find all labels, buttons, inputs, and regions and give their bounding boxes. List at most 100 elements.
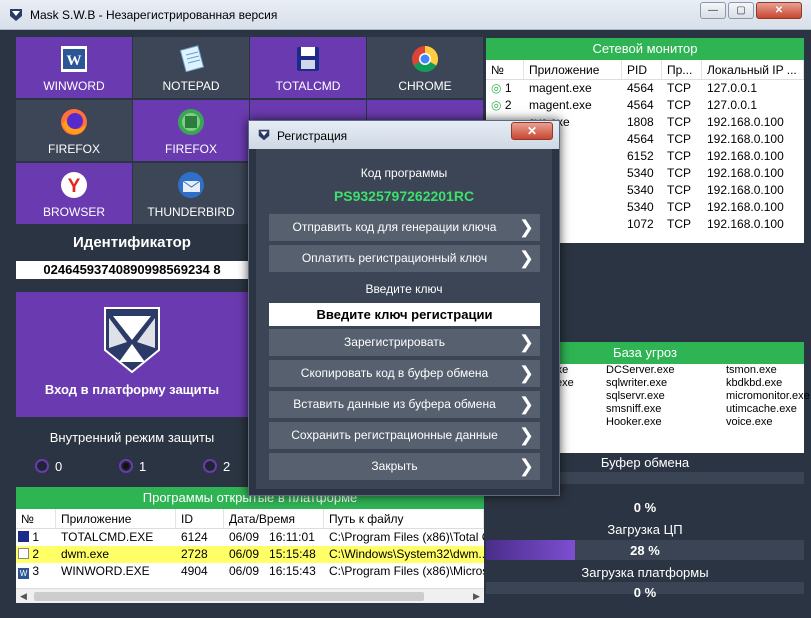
row-num: 2 <box>32 547 40 561</box>
table-row[interactable]: ◎ 1 magent.exe 4564 TCP 127.0.0.1 <box>486 80 804 97</box>
row-proto: TCP <box>667 217 691 231</box>
row-proto: TCP <box>667 166 691 180</box>
col-header[interactable]: Приложение <box>524 60 622 79</box>
threat-item: Hooker.exe <box>606 416 662 428</box>
tile-browser[interactable]: Y BROWSER <box>16 163 132 224</box>
close-window-button[interactable]: ✕ <box>756 2 802 19</box>
row-time: 16:15:43 <box>269 564 316 578</box>
button-label: Зарегистрировать <box>344 335 445 349</box>
row-pid: 5340 <box>627 183 654 197</box>
row-pid: 4564 <box>627 132 654 146</box>
tile-thunderbird[interactable]: THUNDERBIRD <box>133 163 249 224</box>
row-ip: 192.168.0.100 <box>707 115 784 129</box>
clipboard-percent: 0 % <box>633 500 657 515</box>
mode-label: Внутренний режим защиты <box>49 430 215 445</box>
tile-winword[interactable]: W WINWORD <box>16 37 132 98</box>
table-row[interactable]: ◎ 2 magent.exe 4564 TCP 127.0.0.1 <box>486 97 804 114</box>
row-n: 1 <box>504 81 512 95</box>
table-row[interactable]: 2 dwm.exe 2728 06/09 15:15:48 C:\Windows… <box>16 546 484 563</box>
col-header[interactable]: Путь к файлу <box>324 509 484 528</box>
tile-totalcmd[interactable]: TOTALCMD <box>250 37 366 98</box>
row-ip: 192.168.0.100 <box>707 217 784 231</box>
tile-firefox[interactable]: FIREFOX <box>16 100 132 161</box>
row-proto: TCP <box>667 81 691 95</box>
col-header[interactable]: № <box>486 60 524 79</box>
app-logo-icon <box>10 9 22 21</box>
window-title: Mask S.W.B - Незарегистрированная версия <box>30 8 278 22</box>
totalcmd-icon <box>18 531 29 542</box>
shield-logo-icon <box>104 307 160 374</box>
row-ip: 192.168.0.100 <box>707 132 784 146</box>
table-row[interactable]: W 3 WINWORD.EXE 4904 06/09 16:15:43 C:\P… <box>16 563 484 580</box>
paste-clipboard-button[interactable]: Вставить данные из буфера обмена ❯ <box>269 391 540 418</box>
row-proto: TCP <box>667 115 691 129</box>
row-pid: 1808 <box>627 115 654 129</box>
tile-chrome[interactable]: CHROME <box>367 37 483 98</box>
table-row[interactable]: 1 TOTALCMD.EXE 6124 06/09 16:11:01 C:\Pr… <box>16 529 484 546</box>
button-label: Вставить данные из буфера обмена <box>293 397 496 411</box>
svg-text:Y: Y <box>68 176 81 197</box>
minimize-button[interactable]: — <box>700 2 726 19</box>
row-time: 15:15:48 <box>269 547 316 561</box>
mode-radio-0[interactable] <box>35 459 49 473</box>
platform-label: Вход в платформу защиты <box>44 382 220 397</box>
col-header[interactable]: ID <box>176 509 224 528</box>
close-dialog-button[interactable]: Закрыть ❯ <box>269 453 540 480</box>
row-pid: 5340 <box>627 200 654 214</box>
scroll-left-icon[interactable]: ◀ <box>16 589 31 603</box>
row-ip: 192.168.0.100 <box>707 200 784 214</box>
notepad-icon <box>179 45 205 73</box>
row-ip: 192.168.0.100 <box>707 183 784 197</box>
col-header[interactable]: Локальный IP ... <box>702 60 804 79</box>
chrome-icon <box>412 45 439 73</box>
mode-radio-1[interactable] <box>119 459 133 473</box>
send-code-button[interactable]: Отправить код для генерации ключа ❯ <box>269 214 540 241</box>
firefox-green-icon <box>178 109 204 135</box>
col-header[interactable]: Пр... <box>662 60 702 79</box>
col-header[interactable]: PID <box>622 60 662 79</box>
threat-item: kbdkbd.exe <box>726 377 783 389</box>
button-label: Сохранить регистрационные данные <box>291 428 498 442</box>
network-header: № Приложение PID Пр... Локальный IP ... <box>486 60 804 80</box>
cpu-percent: 28 % <box>630 543 660 558</box>
registration-key-input[interactable]: Введите ключ регистрации <box>269 303 540 326</box>
tile-firefox-green[interactable]: FIREFOX <box>133 100 249 161</box>
button-label: Скопировать код в буфер обмена <box>300 366 489 380</box>
row-ip: 127.0.0.1 <box>707 81 758 95</box>
title-bar: Mask S.W.B - Незарегистрированная версия… <box>0 0 811 30</box>
col-header[interactable]: № <box>16 509 56 528</box>
scroll-right-icon[interactable]: ▶ <box>469 589 484 603</box>
maximize-button[interactable]: ▢ <box>728 2 754 19</box>
tile-notepad[interactable]: NOTEPAD <box>133 37 249 98</box>
tile-label: FIREFOX <box>164 142 217 156</box>
code-label: Код программы <box>360 166 448 180</box>
mode-radio-2[interactable] <box>203 459 217 473</box>
register-button[interactable]: Зарегистрировать ❯ <box>269 329 540 356</box>
dialog-close-icon[interactable]: ✕ <box>511 122 553 140</box>
network-icon: ◎ <box>491 98 502 112</box>
copy-code-button[interactable]: Скопировать код в буфер обмена ❯ <box>269 360 540 387</box>
registration-dialog: Регистрация ✕ Код программы PS9325797262… <box>248 120 560 496</box>
col-header[interactable]: Дата/Время <box>224 509 324 528</box>
threat-item: sqlservr.exe <box>606 390 665 402</box>
row-id: 4904 <box>181 564 208 578</box>
dialog-title-bar: Регистрация ✕ <box>249 121 559 149</box>
key-label: Введите ключ <box>365 282 443 296</box>
chevron-right-icon: ❯ <box>518 332 534 352</box>
save-registration-button[interactable]: Сохранить регистрационные данные ❯ <box>269 422 540 449</box>
program-code: PS9325797262201RC <box>333 188 475 204</box>
firefox-icon <box>61 109 87 135</box>
col-header[interactable]: Приложение <box>56 509 176 528</box>
row-pid: 1072 <box>627 217 654 231</box>
row-path: C:\Windows\System32\dwm.... <box>329 547 484 561</box>
threat-item: sqlwriter.exe <box>606 377 668 389</box>
horizontal-scrollbar[interactable]: ◀ ▶ <box>16 588 484 603</box>
identifier-value: 02464593740890998569234 8 <box>16 261 248 279</box>
tile-label: BROWSER <box>42 205 105 219</box>
threat-item: voice.exe <box>726 416 773 428</box>
pay-key-button[interactable]: Оплатить регистрационный ключ ❯ <box>269 245 540 272</box>
row-app: magent.exe <box>529 98 592 112</box>
platform-entry-button[interactable]: Вход в платформу защиты <box>16 292 248 417</box>
mode-option-label: 2 <box>223 459 231 474</box>
scroll-thumb[interactable] <box>34 592 424 601</box>
